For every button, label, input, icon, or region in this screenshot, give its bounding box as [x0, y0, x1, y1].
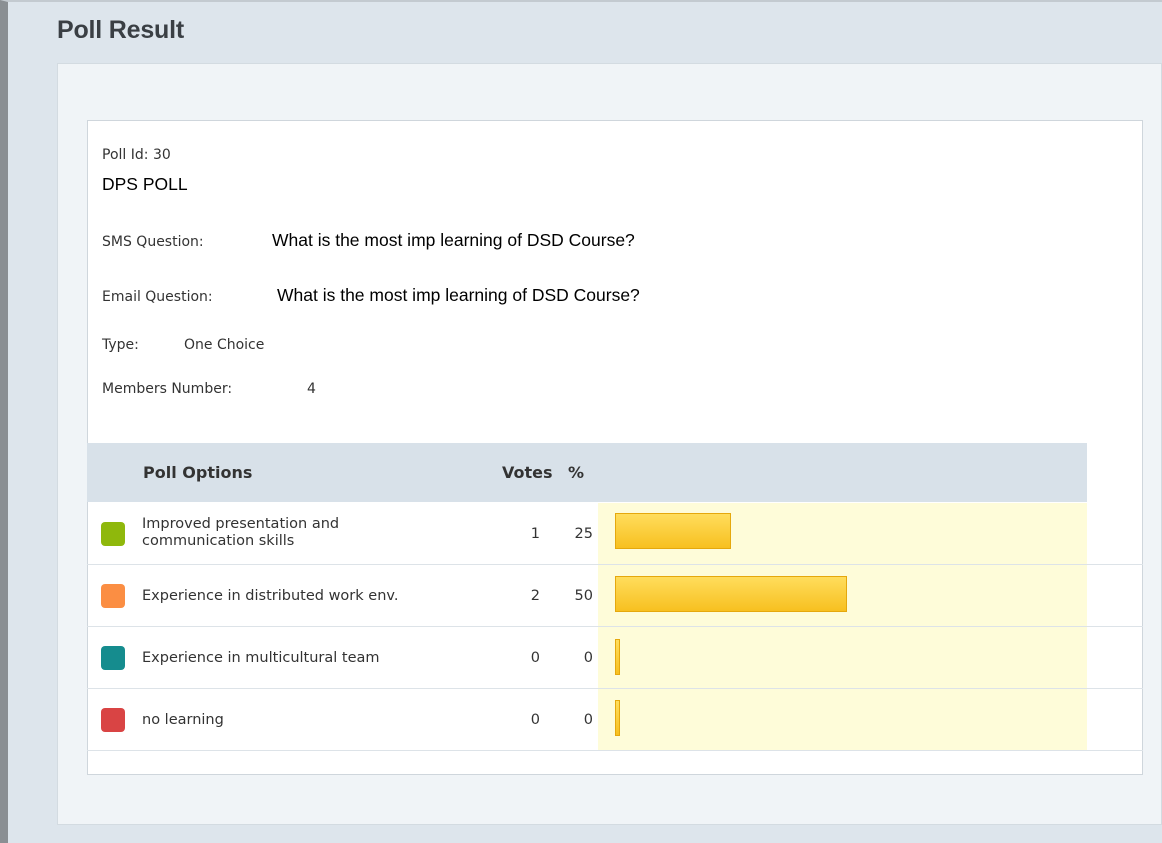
header-votes: Votes	[502, 463, 553, 482]
option-votes: 2	[530, 588, 540, 604]
row-divider	[87, 626, 1143, 627]
poll-id-value: 30	[152, 147, 171, 163]
poll-name: DPS POLL	[102, 174, 188, 194]
option-color-swatch	[101, 708, 125, 732]
option-bar	[615, 513, 731, 549]
option-percent: 50	[574, 588, 593, 604]
option-percent: 0	[583, 712, 593, 728]
option-bar	[615, 700, 620, 736]
sms-question-label: SMS Question:	[102, 234, 204, 250]
type-value: One Choice	[184, 337, 265, 353]
option-label: Experience in multicultural team	[142, 650, 380, 666]
members-number-label: Members Number:	[102, 381, 233, 397]
option-votes: 1	[530, 526, 540, 542]
members-number-value: 4	[307, 381, 316, 397]
type-label: Type:	[102, 337, 139, 353]
option-label: Experience in distributed work env.	[142, 588, 399, 604]
option-percent: 25	[574, 526, 593, 542]
option-bar	[615, 639, 620, 675]
poll-id-label: Poll Id:	[102, 147, 149, 163]
option-label: Improved presentation and communication …	[142, 516, 339, 550]
header-percent: %	[568, 463, 585, 482]
option-label-line: Improved presentation and	[142, 516, 340, 532]
poll-id-row: Poll Id: 30	[102, 147, 171, 163]
page-title: Poll Result	[57, 16, 184, 44]
email-question-label: Email Question:	[102, 289, 213, 305]
row-divider	[87, 564, 1143, 565]
option-color-swatch	[101, 522, 125, 546]
option-votes: 0	[530, 712, 540, 728]
option-percent: 0	[583, 650, 593, 666]
option-label-line: communication skills	[142, 533, 295, 549]
option-color-swatch	[101, 646, 125, 670]
sms-question-text: What is the most imp learning of DSD Cou…	[272, 230, 635, 250]
header-poll-options: Poll Options	[143, 463, 253, 482]
row-divider	[87, 750, 1143, 751]
option-votes: 0	[530, 650, 540, 666]
email-question-text: What is the most imp learning of DSD Cou…	[277, 285, 640, 305]
row-divider	[87, 688, 1143, 689]
option-bar	[615, 576, 847, 612]
option-label: no learning	[142, 712, 224, 728]
option-color-swatch	[101, 584, 125, 608]
